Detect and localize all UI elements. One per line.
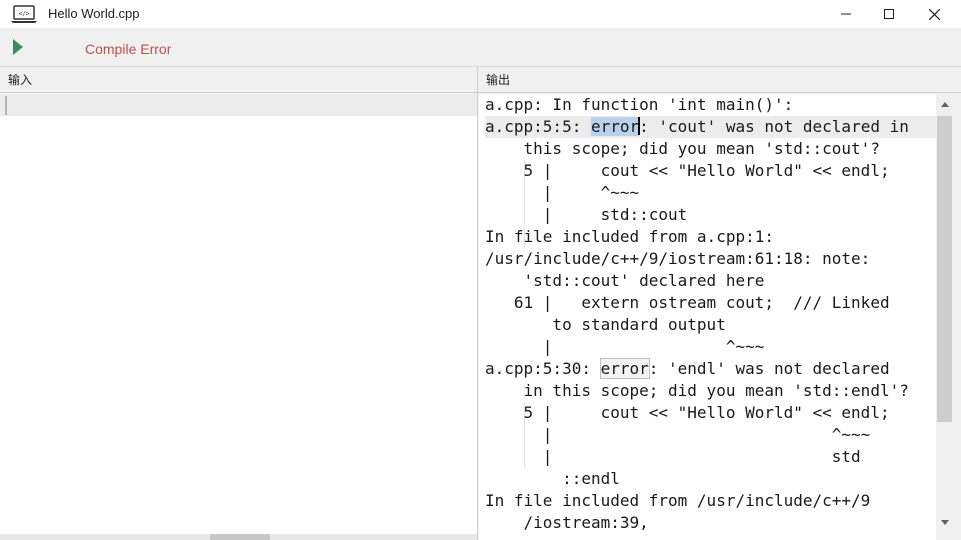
maximize-button[interactable] (866, 0, 912, 28)
error-keyword: error (599, 358, 650, 379)
output-panel-header: 输出 (478, 67, 961, 93)
output-line-current: a.cpp:5:5: error: 'cout' was not declare… (485, 116, 936, 138)
toolbar: Compile Error (0, 28, 961, 67)
svg-text:</>: </> (19, 11, 30, 18)
output-line: to standard output (485, 315, 726, 334)
error-keyword: error (590, 117, 640, 136)
vertical-scroll-thumb[interactable] (937, 116, 952, 422)
compile-status: Compile Error (85, 41, 172, 57)
output-line: 'std::cout' declared here (485, 271, 765, 290)
horizontal-scroll-thumb[interactable] (210, 534, 270, 540)
output-line: 61 | extern ostream cout; /// Linked (485, 293, 890, 312)
current-line-highlight (0, 94, 477, 116)
play-icon[interactable] (10, 38, 26, 56)
laptop-code-icon: </> (11, 5, 37, 23)
arrow-down-icon (940, 520, 949, 525)
output-line: /iostream:39, (485, 513, 649, 532)
close-icon (928, 8, 940, 20)
close-button[interactable] (911, 0, 957, 28)
maximize-icon (884, 9, 894, 19)
output-line: /usr/include/c++/9/iostream:61:18: note: (485, 249, 871, 268)
arrow-up-icon (940, 102, 949, 107)
scroll-down-button[interactable] (936, 514, 953, 531)
output-line: In file included from a.cpp:1: (485, 227, 774, 246)
input-editor[interactable] (0, 94, 477, 540)
vertical-scrollbar[interactable] (936, 94, 953, 540)
title-bar: </> Hello World.cpp (0, 0, 961, 28)
output-line: a.cpp: In function 'int main()': (485, 95, 794, 114)
output-line: | ^~~~ (485, 425, 871, 444)
output-line: | std (485, 447, 861, 466)
text-caret (638, 117, 641, 135)
minimize-icon (841, 13, 851, 15)
output-line: ::endl (485, 469, 620, 488)
output-line: | std::cout (485, 205, 688, 224)
output-line: | ^~~~ (485, 183, 640, 202)
output-line: 5 | cout << "Hello World" << endl; (485, 403, 890, 422)
output-line: 5 | cout << "Hello World" << endl; (485, 161, 890, 180)
panel-splitter[interactable] (477, 67, 478, 540)
output-line: In file included from /usr/include/c++/9 (485, 491, 871, 510)
horizontal-scrollbar[interactable] (0, 534, 477, 540)
text-caret (5, 96, 7, 115)
window-title: Hello World.cpp (48, 6, 140, 21)
output-line: in this scope; did you mean 'std::endl'? (485, 381, 909, 400)
scroll-up-button[interactable] (936, 96, 953, 113)
input-panel-header: 输入 (0, 67, 477, 93)
output-line: this scope; did you mean 'std::cout'? (485, 139, 880, 158)
output-viewer[interactable]: a.cpp: In function 'int main()': a.cpp:5… (479, 94, 936, 540)
minimize-button[interactable] (823, 0, 869, 28)
output-line: a.cpp:5:30: error: 'endl' was not declar… (485, 358, 890, 379)
output-line: | ^~~~ (485, 337, 765, 356)
